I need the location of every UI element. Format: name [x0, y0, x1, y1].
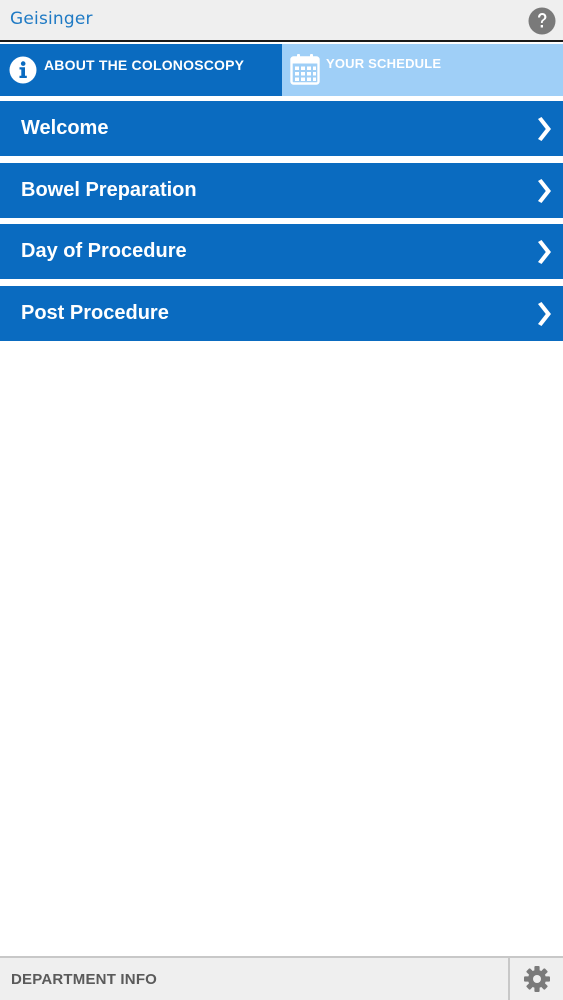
- settings-button[interactable]: [510, 958, 563, 1000]
- menu-item-label: Bowel Preparation: [21, 178, 197, 201]
- tab-about-colonoscopy[interactable]: ABOUT THE COLONOSCOPY: [0, 44, 282, 96]
- department-info-button[interactable]: DEPARTMENT INFO: [0, 958, 508, 1000]
- menu-item-welcome[interactable]: Welcome: [0, 101, 563, 156]
- tab-label: ABOUT THE COLONOSCOPY: [44, 57, 245, 73]
- chevron-right-icon: [538, 240, 551, 264]
- app-logo: Geisinger: [10, 9, 93, 29]
- tab-label: YOUR SCHEDULE: [326, 56, 442, 71]
- help-button[interactable]: [528, 7, 556, 35]
- menu-item-label: Day of Procedure: [21, 240, 187, 262]
- chevron-right-icon: [538, 178, 551, 203]
- info-circle-icon: [9, 56, 37, 84]
- menu-item-day-of-procedure[interactable]: Day of Procedure: [0, 224, 563, 279]
- app-header: Geisinger: [0, 0, 563, 42]
- tab-bar: ABOUT THE COLONOSCOPY YOUR SCHEDULE: [0, 44, 563, 96]
- gear-icon: [523, 966, 550, 992]
- menu-item-bowel-preparation[interactable]: Bowel Preparation: [0, 162, 563, 218]
- chevron-right-icon: [538, 301, 551, 326]
- section-menu: Welcome Bowel Preparation Day of Procedu…: [0, 101, 563, 347]
- tab-your-schedule[interactable]: YOUR SCHEDULE: [282, 44, 563, 96]
- question-circle-icon: [528, 7, 556, 35]
- app-footer: DEPARTMENT INFO: [0, 956, 563, 1000]
- calendar-icon: [290, 54, 320, 85]
- menu-item-label: Welcome: [21, 117, 109, 139]
- menu-item-label: Post Procedure: [21, 301, 169, 324]
- department-info-label: DEPARTMENT INFO: [11, 970, 158, 988]
- menu-item-post-procedure[interactable]: Post Procedure: [0, 285, 563, 341]
- chevron-right-icon: [538, 117, 551, 141]
